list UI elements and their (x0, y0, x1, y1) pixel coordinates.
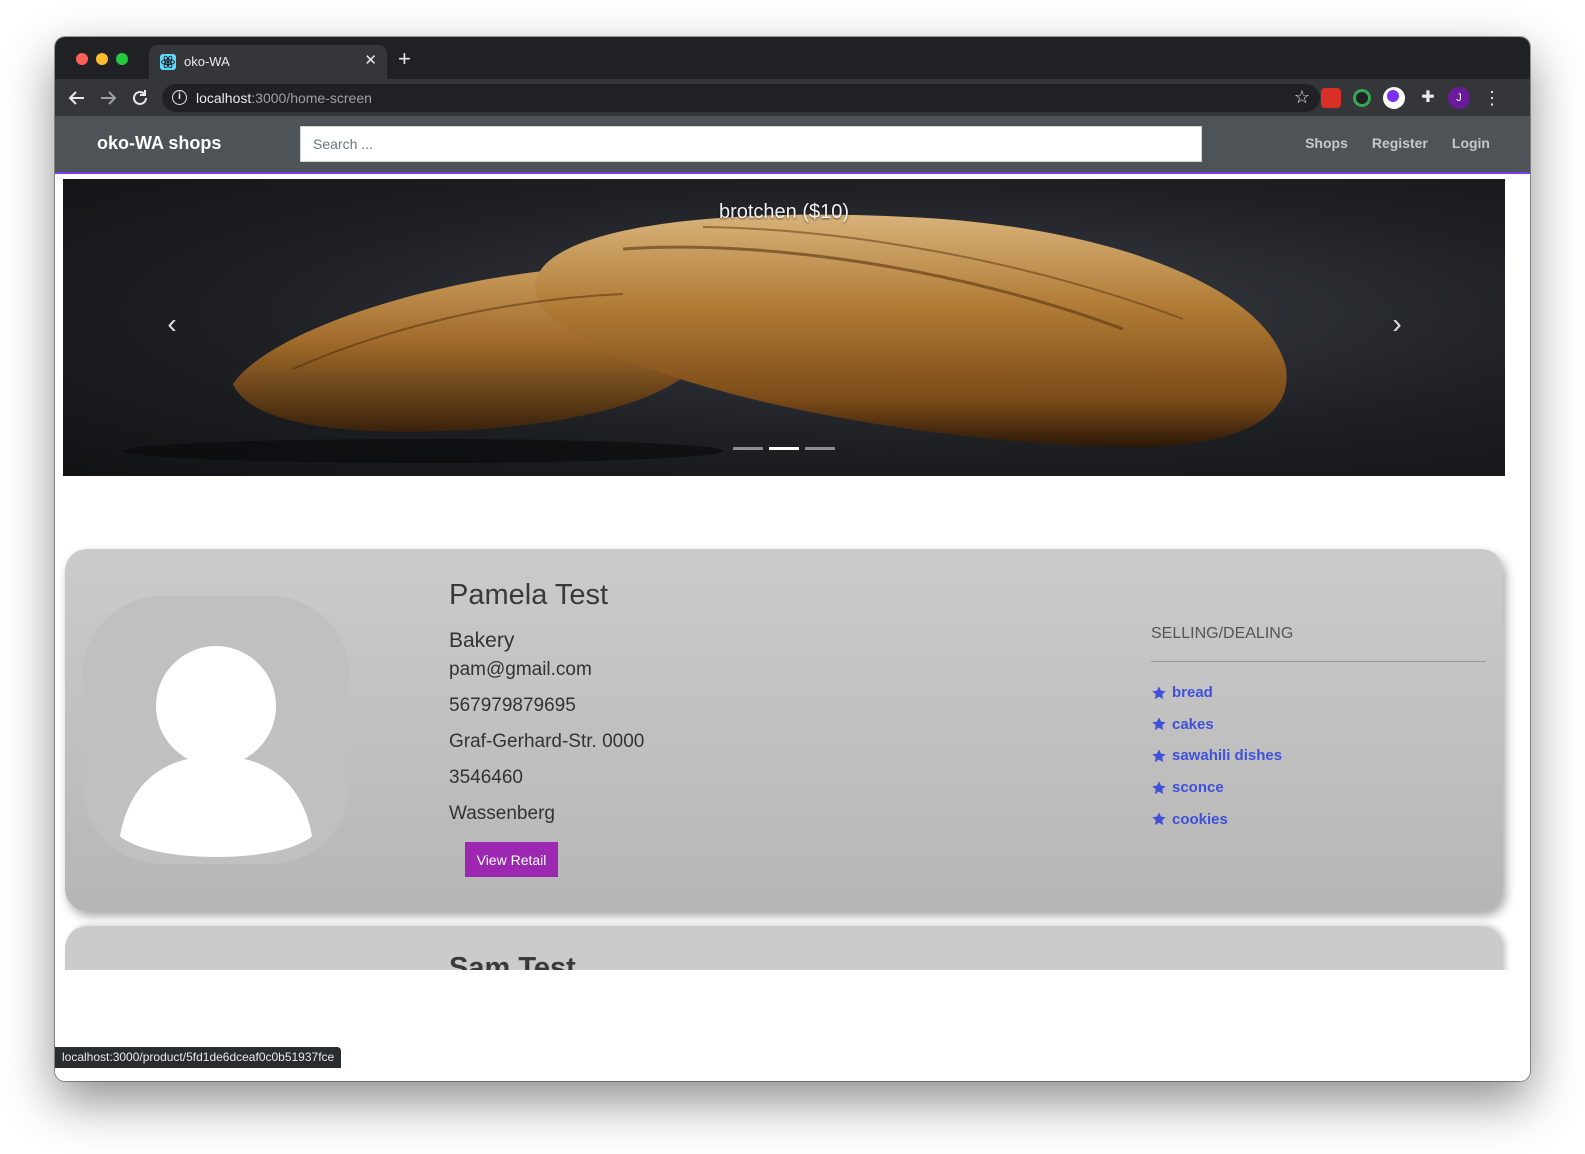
selling-item[interactable]: sconce (1151, 772, 1282, 804)
selling-divider (1151, 661, 1486, 662)
carousel-indicator-active[interactable] (769, 447, 799, 450)
shop-card: Pamela Test Bakery pam@gmail.com 5679798… (65, 549, 1503, 911)
product-carousel[interactable]: brotchen ($10) ‹ › (63, 179, 1505, 476)
star-icon (1152, 749, 1166, 763)
tab-strip: oko-WA ✕ + (55, 37, 1530, 79)
selling-heading: SELLING/DEALING (1151, 625, 1294, 642)
shop-phone: 567979879695 (449, 695, 576, 716)
shop-postcode: 3546460 (449, 767, 523, 788)
new-tab-button[interactable]: + (398, 48, 411, 70)
site-info-icon[interactable]: i (172, 90, 187, 105)
nav-links: Shops Register Login (1305, 135, 1490, 151)
star-icon (1152, 780, 1166, 794)
close-tab-icon[interactable]: ✕ (364, 52, 377, 70)
extension-green-ring-icon[interactable] (1353, 89, 1371, 107)
selling-item-label: sconce (1172, 779, 1224, 797)
minimize-window-button[interactable] (96, 53, 108, 65)
carousel-next-icon[interactable]: › (1383, 309, 1411, 339)
shop-category: Bakery (449, 629, 515, 652)
selling-item-label: bread (1172, 684, 1213, 702)
brand-logo[interactable]: oko-WA shops (97, 133, 221, 154)
reload-icon[interactable] (129, 87, 151, 109)
nav-link-register[interactable]: Register (1372, 135, 1428, 151)
url-host: localhost (196, 90, 252, 106)
extensions-puzzle-icon[interactable]: ✚ (1417, 87, 1439, 109)
carousel-indicator[interactable] (805, 447, 835, 450)
shop-email: pam@gmail.com (449, 659, 592, 680)
nav-link-shops[interactable]: Shops (1305, 135, 1348, 151)
shop-avatar-icon (82, 596, 350, 864)
shop-city: Wassenberg (449, 803, 555, 824)
shop-street: Graf-Gerhard-Str. 0000 (449, 731, 645, 752)
extension-red-icon[interactable] (1321, 88, 1341, 108)
view-retail-button[interactable]: View Retail (465, 842, 558, 877)
nav-link-login[interactable]: Login (1452, 135, 1490, 151)
selling-item[interactable]: cookies (1151, 803, 1282, 835)
profile-avatar[interactable]: J (1448, 87, 1470, 109)
tab-title: oko-WA (184, 54, 230, 69)
selling-item[interactable]: bread (1151, 677, 1282, 709)
carousel-prev-icon[interactable]: ‹ (158, 309, 186, 339)
extension-moon-icon[interactable] (1383, 87, 1405, 109)
bookmark-star-icon[interactable]: ☆ (1294, 87, 1310, 108)
browser-window: oko-WA ✕ + i localhost:3000/home-screen … (55, 37, 1530, 1081)
browser-tab[interactable]: oko-WA ✕ (149, 45, 387, 79)
selling-item[interactable]: sawahili dishes (1151, 740, 1282, 772)
browser-toolbar: i localhost:3000/home-screen ☆ ✚ J ⋮ (55, 79, 1530, 116)
url-text[interactable]: localhost:3000/home-screen (196, 90, 372, 106)
close-window-button[interactable] (76, 53, 88, 65)
carousel-indicators (63, 447, 1505, 450)
star-icon (1152, 686, 1166, 699)
selling-item-label: cakes (1172, 715, 1214, 733)
carousel-indicator[interactable] (733, 447, 763, 450)
back-arrow-icon[interactable] (66, 87, 88, 109)
shop-name: Pamela Test (449, 579, 609, 611)
search-input[interactable] (300, 126, 1202, 162)
selling-item-label: cookies (1172, 810, 1228, 828)
link-status-bar: localhost:3000/product/5fd1de6dceaf0c0b5… (55, 1047, 342, 1068)
url-path: :3000/home-screen (251, 90, 372, 106)
selling-item-label: sawahili dishes (1172, 747, 1283, 765)
star-icon (1152, 812, 1166, 826)
carousel-caption: brotchen ($10) (718, 201, 850, 223)
forward-arrow-icon[interactable] (97, 87, 119, 109)
selling-item[interactable]: cakes (1151, 709, 1282, 741)
react-favicon-icon (160, 54, 176, 70)
selling-list: bread cakes sawahili dishes sconce cooki… (1151, 677, 1282, 835)
address-bar[interactable]: i localhost:3000/home-screen ☆ (162, 84, 1320, 112)
browser-menu-icon[interactable]: ⋮ (1483, 87, 1501, 109)
maximize-window-button[interactable] (116, 53, 128, 65)
star-icon (1152, 717, 1166, 731)
app-navbar: oko-WA shops Shops Register Login (55, 116, 1530, 174)
